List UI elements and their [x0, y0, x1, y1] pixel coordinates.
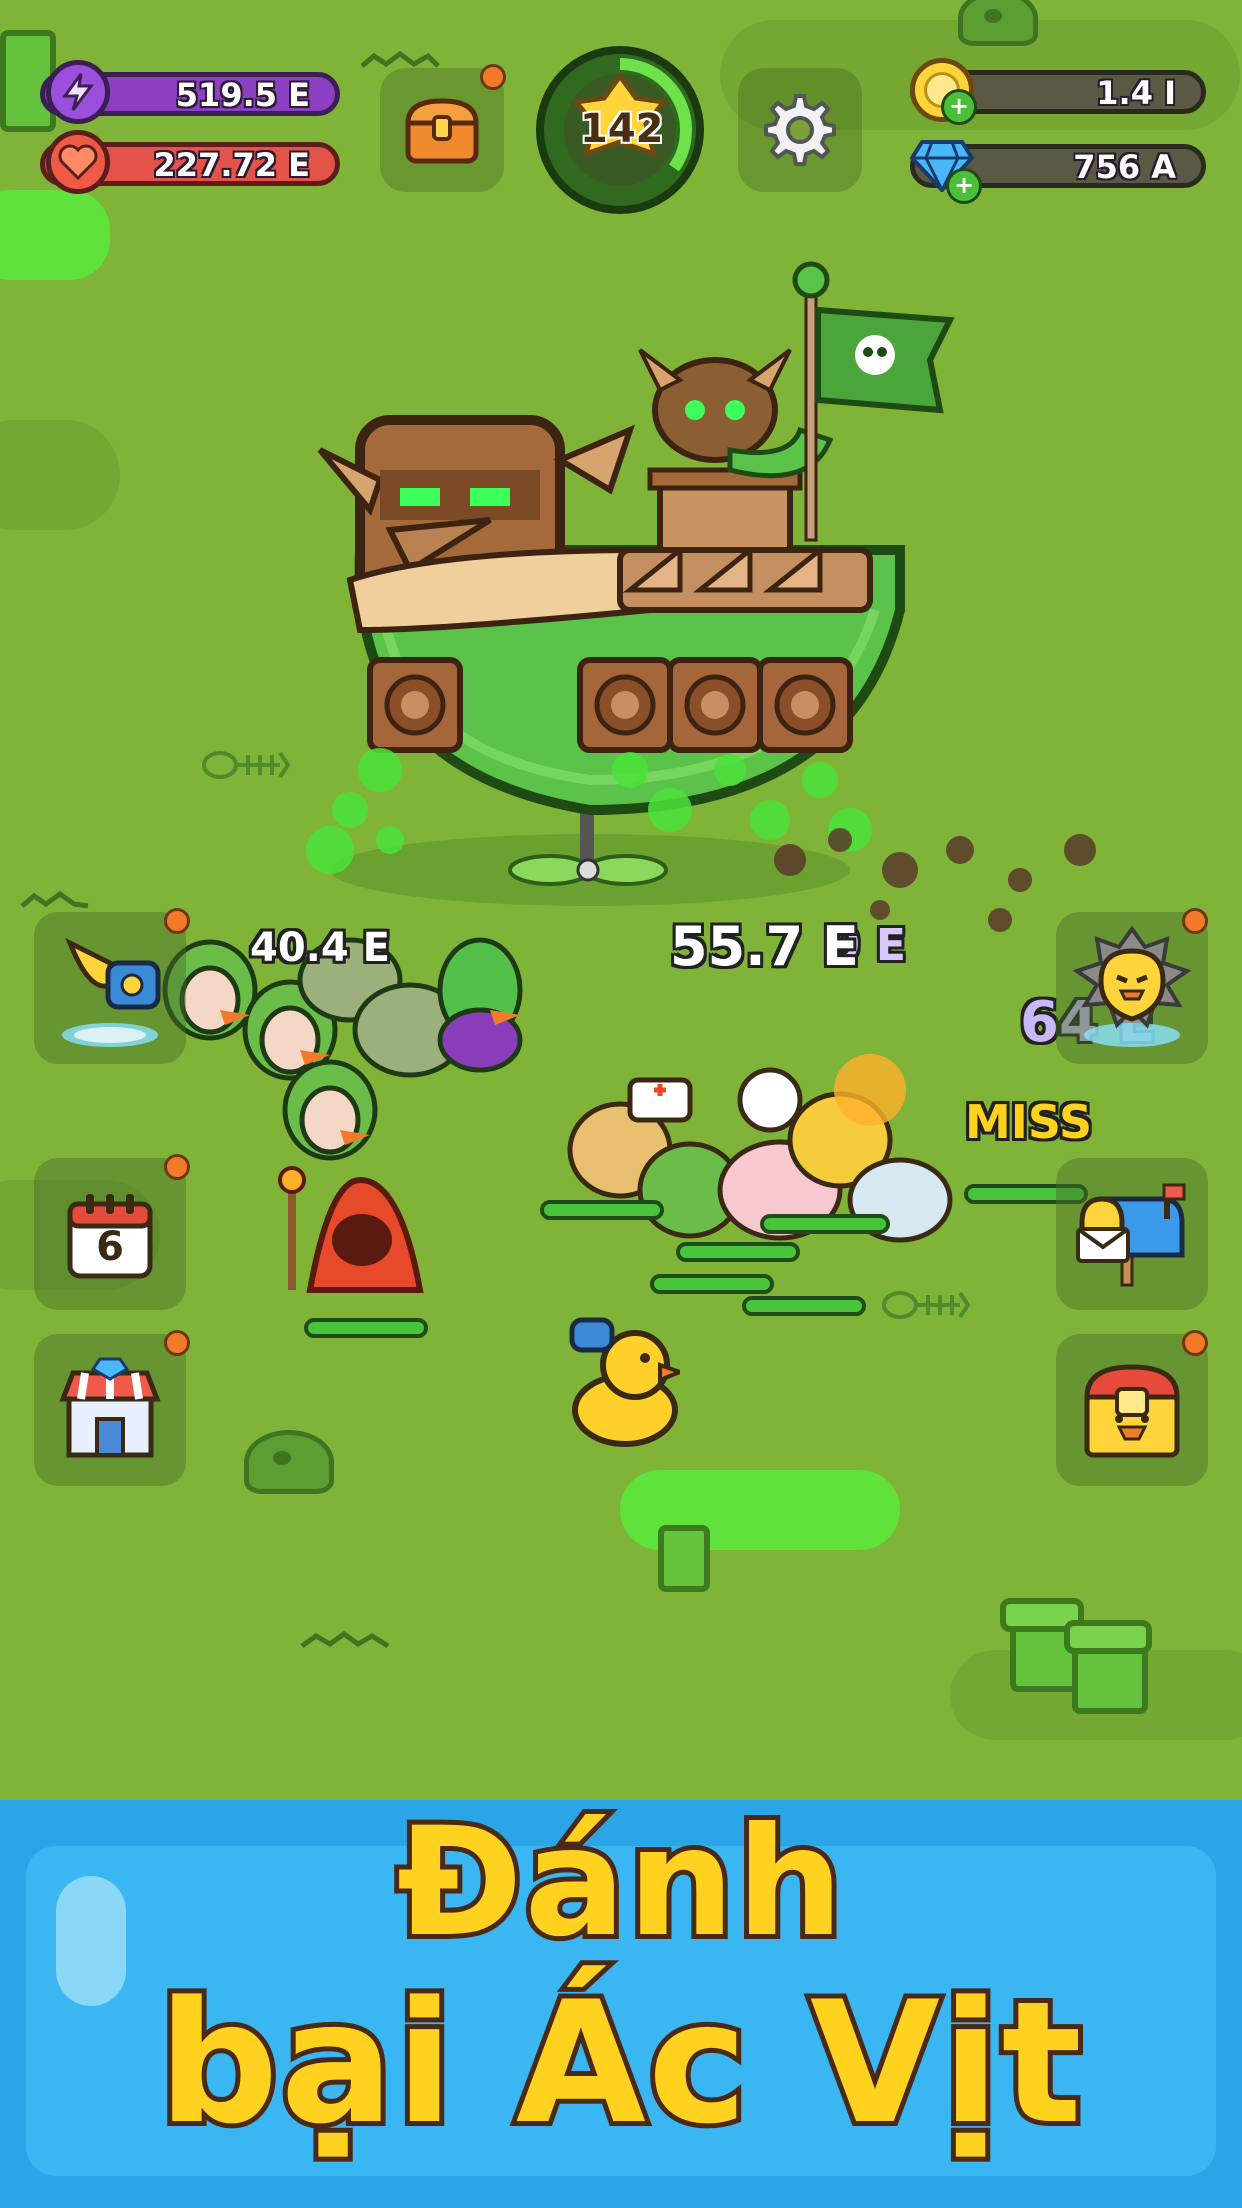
- goo-puddle: [0, 190, 110, 280]
- headline-line-2: bại Ác Vịt: [153, 1963, 1087, 2163]
- headline-line-1: Đánh: [392, 1793, 848, 1973]
- hero-health-bar: [742, 1296, 866, 1316]
- calendar-day: 6: [96, 1224, 124, 1270]
- game-field[interactable]: 40.4 E 9 E 55.7 E 64 E MISS 519.5 E 227.…: [0, 0, 1242, 1800]
- yellow-duck-with-horn[interactable]: [560, 1310, 680, 1450]
- notification-dot: [1182, 1330, 1208, 1356]
- damage-number: 55.7 E: [670, 915, 859, 978]
- diamond-plus-icon[interactable]: +: [910, 132, 982, 204]
- level-value: 142: [580, 106, 664, 152]
- horn-portal-icon: [62, 937, 161, 1047]
- health-value: 227.72 E: [153, 146, 310, 184]
- rock: [958, 0, 1038, 46]
- ground-patch: [0, 420, 120, 530]
- mail-button[interactable]: [1056, 1158, 1208, 1310]
- hero-health-bar: [650, 1274, 774, 1294]
- shop-button[interactable]: [34, 1334, 186, 1486]
- hero-duck-party[interactable]: [540, 1050, 960, 1250]
- notification-dot: [164, 1154, 190, 1180]
- lightning-icon: [46, 60, 110, 124]
- rock: [244, 1430, 334, 1494]
- grass-tuft: [20, 890, 89, 909]
- red-mage-duck[interactable]: [270, 1160, 440, 1300]
- treasure-button[interactable]: [1056, 1334, 1208, 1486]
- gear-icon: [764, 94, 836, 166]
- calendar-button[interactable]: 6: [34, 1158, 186, 1310]
- miss-label: MISS: [965, 1095, 1093, 1149]
- promo-banner: Đánh bại Ác Vịt: [0, 1793, 1242, 2208]
- settings-button[interactable]: [738, 68, 862, 192]
- notification-dot: [1182, 908, 1208, 934]
- mailbox-icon: [1076, 1183, 1186, 1287]
- hero-health-bar: [676, 1242, 800, 1262]
- gold-value: 1.4 I: [1096, 74, 1176, 112]
- chest-icon: [405, 98, 479, 164]
- energy-value: 519.5 E: [175, 76, 310, 114]
- pipe: [658, 1525, 710, 1592]
- grass-tuft: [360, 50, 440, 68]
- notification-dot: [480, 64, 506, 90]
- boss-button[interactable]: [1056, 912, 1208, 1064]
- grass-tuft: [300, 1630, 390, 1649]
- duck-boss-icon: [1072, 925, 1192, 1047]
- hero-health-bar: [540, 1200, 664, 1220]
- notification-dot: [164, 1330, 190, 1356]
- heart-icon: [46, 130, 110, 194]
- damage-number: 40.4 E: [250, 925, 390, 971]
- notification-dot: [164, 908, 190, 934]
- shop-icon: [59, 1357, 161, 1458]
- hero-health-bar: [760, 1214, 890, 1234]
- hero-health-bar: [304, 1318, 428, 1338]
- boss-duck-ship[interactable]: [290, 250, 970, 910]
- fish-bone-icon: [202, 751, 290, 779]
- coin-plus-icon[interactable]: +: [910, 58, 977, 125]
- summon-button[interactable]: [34, 912, 186, 1064]
- fish-bone-icon: [882, 1291, 970, 1319]
- gems-value: 756 A: [1073, 148, 1176, 186]
- duck-chest-icon: [1084, 1364, 1180, 1458]
- pipe-top: [1064, 1620, 1152, 1654]
